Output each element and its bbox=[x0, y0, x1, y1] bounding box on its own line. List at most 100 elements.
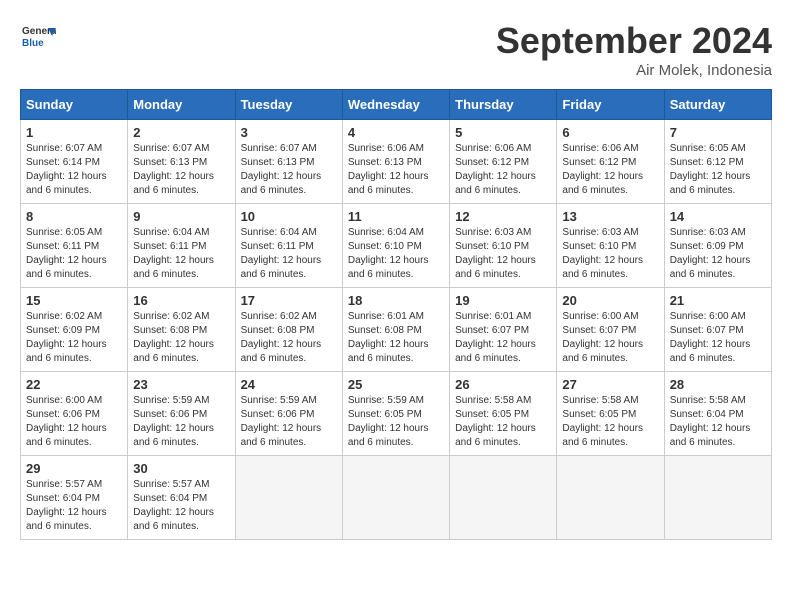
calendar-cell: 11 Sunrise: 6:04 AMSunset: 6:10 PMDayligh… bbox=[342, 204, 449, 288]
calendar-cell: 26 Sunrise: 5:58 AMSunset: 6:05 PMDayligh… bbox=[450, 372, 557, 456]
day-info: Sunrise: 5:58 AMSunset: 6:05 PMDaylight:… bbox=[562, 394, 658, 450]
day-of-week-header: Thursday bbox=[450, 90, 557, 120]
day-number: 7 bbox=[670, 125, 766, 140]
calendar-week-row: 15 Sunrise: 6:02 AMSunset: 6:09 PMDayligh… bbox=[21, 288, 772, 372]
calendar-cell: 9 Sunrise: 6:04 AMSunset: 6:11 PMDaylight… bbox=[128, 204, 235, 288]
day-info: Sunrise: 6:02 AMSunset: 6:08 PMDaylight:… bbox=[241, 310, 337, 366]
day-number: 30 bbox=[133, 461, 229, 476]
day-of-week-header: Friday bbox=[557, 90, 664, 120]
calendar-cell: 5 Sunrise: 6:06 AMSunset: 6:12 PMDaylight… bbox=[450, 120, 557, 204]
calendar-cell: 21Sunrise: 6:00 AMSunset: 6:07 PMDayligh… bbox=[664, 288, 771, 372]
day-info: Sunrise: 6:04 AMSunset: 6:10 PMDaylight:… bbox=[348, 226, 444, 282]
calendar-cell: 12Sunrise: 6:03 AMSunset: 6:10 PMDayligh… bbox=[450, 204, 557, 288]
day-of-week-header: Saturday bbox=[664, 90, 771, 120]
day-of-week-header: Tuesday bbox=[235, 90, 342, 120]
calendar-cell: 17 Sunrise: 6:02 AMSunset: 6:08 PMDayligh… bbox=[235, 288, 342, 372]
day-info: Sunrise: 6:06 AMSunset: 6:13 PMDaylight:… bbox=[348, 142, 444, 198]
day-number: 16 bbox=[133, 293, 229, 308]
day-info: Sunrise: 6:06 AMSunset: 6:12 PMDaylight:… bbox=[562, 142, 658, 198]
logo: General Blue bbox=[20, 20, 60, 56]
day-number: 6 bbox=[562, 125, 658, 140]
day-info: Sunrise: 6:03 AMSunset: 6:10 PMDaylight:… bbox=[562, 226, 658, 282]
calendar-cell: 27 Sunrise: 5:58 AMSunset: 6:05 PMDayligh… bbox=[557, 372, 664, 456]
calendar-cell: 20 Sunrise: 6:00 AMSunset: 6:07 PMDayligh… bbox=[557, 288, 664, 372]
calendar-cell: 29Sunrise: 5:57 AMSunset: 6:04 PMDayligh… bbox=[21, 456, 128, 540]
day-info: Sunrise: 6:01 AMSunset: 6:07 PMDaylight:… bbox=[455, 310, 551, 366]
day-info: Sunrise: 6:05 AMSunset: 6:11 PMDaylight:… bbox=[26, 226, 122, 282]
calendar-cell bbox=[235, 456, 342, 540]
day-number: 14 bbox=[670, 209, 766, 224]
logo-icon: General Blue bbox=[20, 20, 56, 56]
day-info: Sunrise: 5:59 AMSunset: 6:06 PMDaylight:… bbox=[241, 394, 337, 450]
calendar-cell: 14 Sunrise: 6:03 AMSunset: 6:09 PMDayligh… bbox=[664, 204, 771, 288]
day-info: Sunrise: 6:04 AMSunset: 6:11 PMDaylight:… bbox=[241, 226, 337, 282]
day-number: 19 bbox=[455, 293, 551, 308]
day-number: 13 bbox=[562, 209, 658, 224]
day-info: Sunrise: 6:07 AMSunset: 6:13 PMDaylight:… bbox=[133, 142, 229, 198]
day-info: Sunrise: 6:00 AMSunset: 6:07 PMDaylight:… bbox=[562, 310, 658, 366]
calendar-cell: 30 Sunrise: 5:57 AMSunset: 6:04 PMDayligh… bbox=[128, 456, 235, 540]
day-number: 18 bbox=[348, 293, 444, 308]
day-number: 2 bbox=[133, 125, 229, 140]
day-info: Sunrise: 6:04 AMSunset: 6:11 PMDaylight:… bbox=[133, 226, 229, 282]
day-number: 10 bbox=[241, 209, 337, 224]
day-of-week-header: Monday bbox=[128, 90, 235, 120]
calendar-week-row: 22Sunrise: 6:00 AMSunset: 6:06 PMDayligh… bbox=[21, 372, 772, 456]
day-number: 27 bbox=[562, 377, 658, 392]
day-info: Sunrise: 5:59 AMSunset: 6:06 PMDaylight:… bbox=[133, 394, 229, 450]
day-info: Sunrise: 5:58 AMSunset: 6:05 PMDaylight:… bbox=[455, 394, 551, 450]
calendar-cell: 1Sunrise: 6:07 AMSunset: 6:14 PMDaylight… bbox=[21, 120, 128, 204]
month-title: September 2024 bbox=[496, 20, 772, 62]
day-info: Sunrise: 6:05 AMSunset: 6:12 PMDaylight:… bbox=[670, 142, 766, 198]
calendar-header: SundayMondayTuesdayWednesdayThursdayFrid… bbox=[21, 90, 772, 120]
calendar-week-row: 8Sunrise: 6:05 AMSunset: 6:11 PMDaylight… bbox=[21, 204, 772, 288]
calendar-cell bbox=[342, 456, 449, 540]
calendar-cell: 28Sunrise: 5:58 AMSunset: 6:04 PMDayligh… bbox=[664, 372, 771, 456]
calendar-cell bbox=[450, 456, 557, 540]
calendar-cell bbox=[557, 456, 664, 540]
calendar-cell: 18 Sunrise: 6:01 AMSunset: 6:08 PMDayligh… bbox=[342, 288, 449, 372]
calendar-cell: 25Sunrise: 5:59 AMSunset: 6:05 PMDayligh… bbox=[342, 372, 449, 456]
day-number: 25 bbox=[348, 377, 444, 392]
day-info: Sunrise: 6:07 AMSunset: 6:13 PMDaylight:… bbox=[241, 142, 337, 198]
day-number: 12 bbox=[455, 209, 551, 224]
location: Air Molek, Indonesia bbox=[496, 62, 772, 79]
day-number: 23 bbox=[133, 377, 229, 392]
calendar-cell: 7 Sunrise: 6:05 AMSunset: 6:12 PMDaylight… bbox=[664, 120, 771, 204]
calendar-cell: 8Sunrise: 6:05 AMSunset: 6:11 PMDaylight… bbox=[21, 204, 128, 288]
day-info: Sunrise: 5:57 AMSunset: 6:04 PMDaylight:… bbox=[26, 478, 122, 534]
calendar-cell: 16Sunrise: 6:02 AMSunset: 6:08 PMDayligh… bbox=[128, 288, 235, 372]
day-number: 11 bbox=[348, 209, 444, 224]
day-number: 5 bbox=[455, 125, 551, 140]
calendar-cell: 3 Sunrise: 6:07 AMSunset: 6:13 PMDaylight… bbox=[235, 120, 342, 204]
day-info: Sunrise: 6:01 AMSunset: 6:08 PMDaylight:… bbox=[348, 310, 444, 366]
calendar-cell: 2 Sunrise: 6:07 AMSunset: 6:13 PMDaylight… bbox=[128, 120, 235, 204]
day-number: 20 bbox=[562, 293, 658, 308]
day-info: Sunrise: 6:03 AMSunset: 6:09 PMDaylight:… bbox=[670, 226, 766, 282]
day-number: 26 bbox=[455, 377, 551, 392]
calendar-cell: 6 Sunrise: 6:06 AMSunset: 6:12 PMDaylight… bbox=[557, 120, 664, 204]
title-block: September 2024 Air Molek, Indonesia bbox=[496, 20, 772, 79]
day-number: 24 bbox=[241, 377, 337, 392]
calendar-cell bbox=[664, 456, 771, 540]
day-info: Sunrise: 6:02 AMSunset: 6:09 PMDaylight:… bbox=[26, 310, 122, 366]
day-info: Sunrise: 6:06 AMSunset: 6:12 PMDaylight:… bbox=[455, 142, 551, 198]
calendar-cell: 24 Sunrise: 5:59 AMSunset: 6:06 PMDayligh… bbox=[235, 372, 342, 456]
day-number: 17 bbox=[241, 293, 337, 308]
day-number: 9 bbox=[133, 209, 229, 224]
page-header: General Blue September 2024 Air Molek, I… bbox=[20, 20, 772, 79]
svg-text:Blue: Blue bbox=[22, 38, 44, 49]
day-number: 1 bbox=[26, 125, 122, 140]
calendar-cell: 4Sunrise: 6:06 AMSunset: 6:13 PMDaylight… bbox=[342, 120, 449, 204]
calendar-cell: 19 Sunrise: 6:01 AMSunset: 6:07 PMDayligh… bbox=[450, 288, 557, 372]
calendar-week-row: 1Sunrise: 6:07 AMSunset: 6:14 PMDaylight… bbox=[21, 120, 772, 204]
day-number: 28 bbox=[670, 377, 766, 392]
day-number: 15 bbox=[26, 293, 122, 308]
calendar-cell: 10 Sunrise: 6:04 AMSunset: 6:11 PMDayligh… bbox=[235, 204, 342, 288]
day-info: Sunrise: 5:57 AMSunset: 6:04 PMDaylight:… bbox=[133, 478, 229, 534]
day-number: 3 bbox=[241, 125, 337, 140]
day-info: Sunrise: 6:00 AMSunset: 6:07 PMDaylight:… bbox=[670, 310, 766, 366]
day-of-week-header: Wednesday bbox=[342, 90, 449, 120]
calendar-cell: 13 Sunrise: 6:03 AMSunset: 6:10 PMDayligh… bbox=[557, 204, 664, 288]
calendar-cell: 15 Sunrise: 6:02 AMSunset: 6:09 PMDayligh… bbox=[21, 288, 128, 372]
